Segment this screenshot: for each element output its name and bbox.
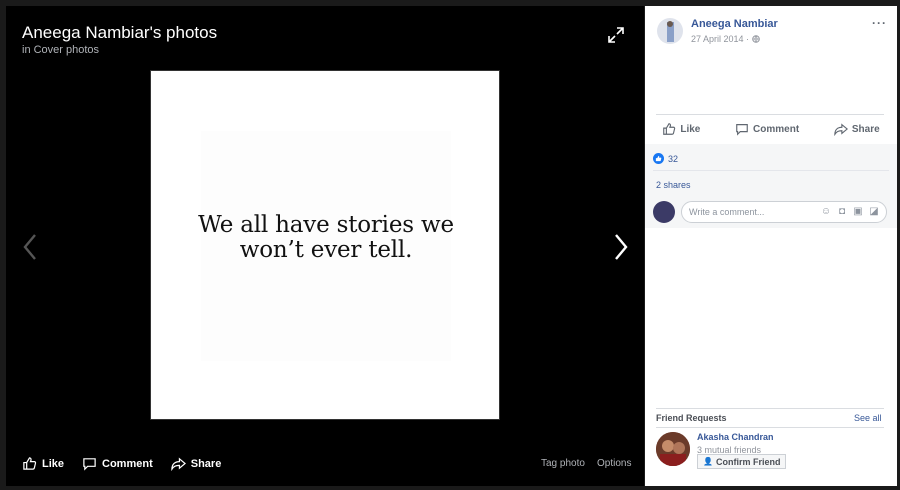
post-date[interactable]: 27 April 2014 ·	[691, 34, 760, 44]
add-friend-icon: 👤	[703, 457, 713, 466]
like-count[interactable]: 32	[653, 153, 678, 164]
quote-line-2: won’t ever tell.	[239, 237, 413, 263]
thumbs-up-icon	[663, 123, 676, 135]
comment-icon	[736, 124, 748, 136]
avatar[interactable]	[657, 18, 683, 44]
camera-icon[interactable]: ◘	[836, 206, 848, 218]
comment-input[interactable]: Write a comment... ☺ ◘ ▣ ◪	[681, 201, 887, 223]
post-share-button[interactable]: Share	[834, 122, 880, 136]
chevron-right-icon[interactable]	[612, 232, 630, 262]
divider	[656, 427, 884, 428]
photo: We all have stories we won’t ever tell.	[150, 70, 500, 420]
post-panel: Aneega Nambiar 27 April 2014 · ··· Like …	[645, 6, 897, 486]
divider	[656, 408, 884, 409]
comment-icon	[83, 458, 96, 471]
reactions-bar: 32 2 shares	[645, 144, 897, 196]
options-link[interactable]: Options	[597, 458, 631, 469]
confirm-friend-button[interactable]: 👤 Confirm Friend	[697, 454, 787, 469]
photo-actions: Like Comment Share	[22, 456, 221, 471]
like-button[interactable]: Like	[22, 456, 64, 471]
friend-requests-title: Friend Requests	[656, 413, 727, 423]
share-icon	[171, 457, 186, 471]
share-button[interactable]: Share	[171, 456, 222, 471]
thumbs-up-icon	[23, 457, 37, 470]
quote-line-1: We all have stories we	[198, 212, 454, 238]
post-like-label: Like	[680, 123, 701, 135]
comment-tools: ☺ ◘ ▣ ◪	[820, 206, 880, 218]
divider	[653, 170, 889, 171]
author-name[interactable]: Aneega Nambiar	[691, 18, 778, 30]
like-count-text: 32	[668, 153, 679, 164]
globe-icon	[752, 35, 760, 43]
confirm-friend-label: Confirm Friend	[715, 456, 781, 467]
expand-icon[interactable]	[607, 26, 625, 44]
photo-quote: We all have stories we won’t ever tell.	[151, 213, 501, 263]
see-all-link[interactable]: See all	[854, 413, 882, 423]
avatar[interactable]	[656, 432, 690, 466]
post-actions: Like Comment Share	[645, 122, 897, 136]
comment-label: Comment	[102, 457, 153, 470]
friend-request-name[interactable]: Akasha Chandran	[697, 432, 774, 442]
post-share-label: Share	[851, 123, 880, 135]
album-title[interactable]: Aneega Nambiar's photos	[22, 23, 217, 43]
share-icon	[834, 123, 848, 136]
photo-viewer: Aneega Nambiar's photos in Cover photos …	[6, 6, 644, 486]
share-label: Share	[190, 457, 222, 470]
divider	[656, 114, 884, 115]
emoji-icon[interactable]: ☺	[820, 206, 832, 218]
like-reaction-icon	[653, 153, 664, 164]
post-like-button[interactable]: Like	[662, 122, 700, 136]
sticker-icon[interactable]: ◪	[868, 206, 880, 218]
post-comment-label: Comment	[753, 123, 800, 135]
tag-photo-link[interactable]: Tag photo	[541, 458, 585, 469]
like-label: Like	[42, 457, 65, 470]
gif-icon[interactable]: ▣	[852, 206, 864, 218]
avatar	[653, 201, 675, 223]
album-subtitle[interactable]: in Cover photos	[22, 44, 99, 56]
chevron-left-icon[interactable]	[21, 232, 39, 262]
shares-link[interactable]: 2 shares	[656, 180, 691, 190]
comment-button[interactable]: Comment	[82, 456, 153, 471]
comment-placeholder: Write a comment...	[689, 207, 765, 217]
comment-composer: Write a comment... ☺ ◘ ▣ ◪	[645, 196, 897, 228]
more-icon[interactable]: ···	[872, 16, 887, 30]
post-comment-button[interactable]: Comment	[735, 122, 799, 136]
post-date-text: 27 April 2014 ·	[691, 34, 750, 44]
